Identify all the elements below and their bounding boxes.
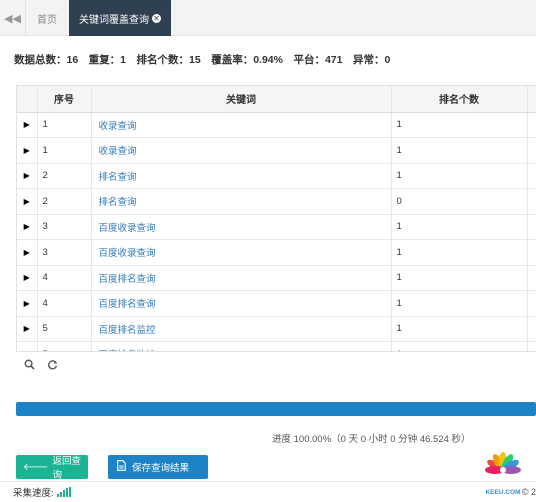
expand-row-icon[interactable]: ▶ (17, 316, 38, 342)
expand-row-icon[interactable]: ▶ (17, 112, 38, 138)
row-keyword-link[interactable]: 收录查询 (91, 137, 392, 164)
row-index: 3 (37, 239, 92, 266)
tab-label: 关键词覆盖查询 (79, 14, 149, 26)
row-keyword-link[interactable]: 排名查询 (91, 163, 392, 189)
header-rank-count[interactable]: 排名个数 (391, 86, 528, 113)
expand-row-icon[interactable]: ▶ (17, 265, 38, 291)
expand-row-icon[interactable]: ▶ (17, 137, 38, 164)
row-rank-count: 1 (391, 265, 528, 291)
header-index[interactable]: 序号 (37, 86, 92, 113)
row-keyword-link[interactable]: 收录查询 (91, 112, 392, 138)
table-row[interactable]: ▶ 4 百度排名查询 1 (17, 290, 536, 317)
row-index: 4 (37, 290, 92, 317)
expand-row-icon[interactable]: ▶ (17, 290, 38, 317)
row-keyword-link[interactable]: 排名查询 (91, 188, 392, 215)
row-extra (527, 188, 536, 215)
row-index: 2 (37, 188, 92, 215)
expand-row-icon[interactable]: ▶ (17, 188, 38, 215)
document-icon (117, 460, 126, 474)
speed-label: 采集速度: (13, 488, 54, 499)
row-extra (527, 316, 536, 342)
row-index: 2 (37, 163, 92, 189)
row-rank-count: 1 (391, 290, 528, 317)
row-keyword-link[interactable]: 百度排名查询 (91, 290, 392, 317)
save-button-label: 保存查询结果 (132, 463, 190, 474)
refresh-icon[interactable] (47, 359, 58, 373)
row-index: 1 (37, 137, 92, 164)
row-extra (527, 112, 536, 138)
double-chevron-left-icon: ◀◀ (4, 12, 21, 25)
row-rank-count: 1 (391, 316, 528, 342)
table-row[interactable]: ▶ 1 收录查询 1 (17, 137, 536, 164)
row-rank-count: 1 (391, 239, 528, 266)
expand-row-icon[interactable]: ▶ (17, 239, 38, 266)
row-index: 4 (37, 265, 92, 291)
row-extra (527, 163, 536, 189)
table-row[interactable]: ▶ 4 百度排名查询 1 (17, 265, 536, 291)
save-results-button[interactable]: 保存查询结果 (108, 455, 208, 479)
row-rank-count: 1 (391, 163, 528, 189)
table-row[interactable]: ▶5百度排名监控1 (17, 316, 536, 342)
arrow-left-icon: 🡐 (23, 461, 49, 473)
table-toolbar (16, 351, 536, 380)
tabs-scroll-left-button[interactable]: ◀◀ (0, 0, 26, 36)
row-keyword-link[interactable]: 百度排名监控 (91, 316, 392, 342)
table-row[interactable]: ▶ 2 排名查询 1 (17, 163, 536, 189)
progress-text: 进度 100.00%（0 天 0 小时 0 分钟 46.524 秒） (272, 434, 471, 445)
back-to-query-button[interactable]: 🡐 返回查询 (16, 455, 88, 481)
expand-row-icon[interactable]: ▶ (17, 163, 38, 189)
row-keyword-link[interactable]: 百度排名查询 (91, 265, 392, 291)
back-button-label: 返回查询 (52, 456, 81, 481)
status-bar: 采集速度: (0, 481, 536, 502)
table-row[interactable]: ▶ 1 收录查询 1 (17, 112, 536, 138)
progress-bar (16, 402, 536, 416)
row-extra (527, 265, 536, 291)
row-extra (527, 137, 536, 164)
logo-text: KEEU.COM (485, 489, 520, 496)
table-row[interactable]: ▶ 2 排名查询 0 (17, 188, 536, 215)
tab-bar: ◀◀ 首页 关键词覆盖查询 ✕ (0, 0, 536, 36)
row-keyword-link[interactable]: 百度收录查询 (91, 214, 392, 240)
row-rank-count: 1 (391, 214, 528, 240)
row-extra (527, 214, 536, 240)
header-extra (527, 86, 536, 113)
row-extra (527, 239, 536, 266)
copyright: © 2 (521, 487, 536, 497)
row-rank-count: 1 (391, 137, 528, 164)
row-rank-count: 1 (391, 112, 528, 138)
row-index: 3 (37, 214, 92, 240)
tab-keyword-coverage[interactable]: 关键词覆盖查询 ✕ (69, 0, 171, 36)
results-table: 序号 关键词 排名个数 ▶ 1 收录查询 1 ▶ 1 收录查询 1 ▶ 2 排名查询 1 ▶ 2 排名查询 0… (16, 85, 536, 380)
search-icon[interactable] (24, 359, 35, 373)
header-expand (17, 86, 38, 113)
row-extra (527, 290, 536, 317)
expand-row-icon[interactable]: ▶ (17, 214, 38, 240)
tab-home[interactable]: 首页 (26, 0, 68, 36)
row-index: 1 (37, 112, 92, 138)
table-row[interactable]: ▶ 3 百度收录查询 1 (17, 214, 536, 240)
signal-strength-icon (56, 487, 71, 497)
row-rank-count: 0 (391, 188, 528, 215)
row-keyword-link[interactable]: 百度收录查询 (91, 239, 392, 266)
table-row[interactable]: ▶ 3 百度收录查询 1 (17, 239, 536, 266)
close-icon[interactable]: ✕ (152, 13, 161, 23)
stats-summary: 数据总数：16 重复：1 排名个数：15 覆盖率：0.94% 平台：471 异常… (14, 54, 391, 66)
row-index: 5 (37, 316, 92, 342)
header-keyword[interactable]: 关键词 (91, 86, 392, 113)
